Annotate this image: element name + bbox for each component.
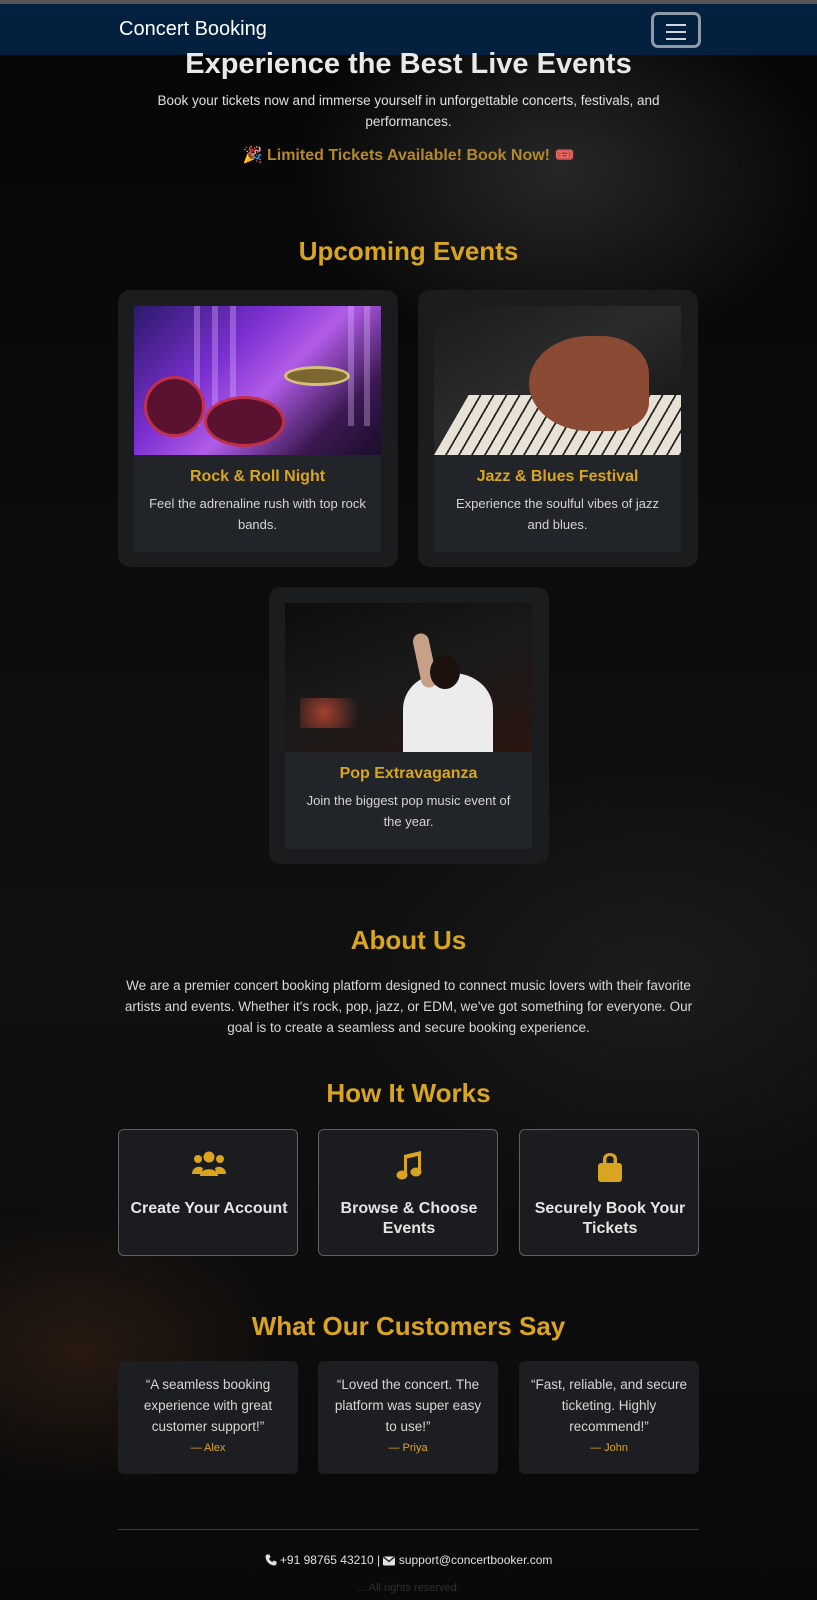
brand-logo-text[interactable]: Concert Booking [119, 18, 267, 41]
about-heading: About Us [350, 925, 467, 955]
music-note-icon [396, 1151, 422, 1180]
hamburger-icon-line [666, 24, 686, 26]
testimonial-card: “Loved the concert. The platform was sup… [318, 1361, 498, 1474]
step-label: Securely Book Your Tickets [534, 1200, 686, 1237]
step-browse-events: Browse & Choose Events [318, 1129, 498, 1256]
step-label: Create Your Account [130, 1200, 288, 1217]
event-description: Feel the adrenaline rush with top rock b… [149, 496, 366, 532]
event-image-pop [285, 603, 532, 752]
envelope-icon [383, 1556, 396, 1566]
how-it-works-heading: How It Works [326, 1078, 491, 1108]
testimonial-author: — John [590, 1442, 628, 1454]
step-label: Browse & Choose Events [340, 1200, 478, 1237]
testimonials-heading: What Our Customers Say [251, 1311, 566, 1341]
phone-icon [265, 1554, 277, 1566]
step-book-tickets: Securely Book Your Tickets [519, 1129, 699, 1256]
footer-separator: | [377, 1553, 381, 1567]
event-title: Jazz & Blues Festival [476, 468, 639, 485]
footer-divider [118, 1529, 699, 1530]
event-card-rock[interactable]: Rock & Roll Night Feel the adrenaline ru… [118, 290, 398, 567]
event-description: Experience the soulful vibes of jazz and… [455, 496, 660, 532]
step-create-account: Create Your Account [118, 1129, 298, 1256]
testimonial-quote: “Loved the concert. The platform was sup… [334, 1377, 482, 1434]
hero-title: Experience the Best Live Events [185, 48, 632, 80]
testimonial-quote: “A seamless booking experience with grea… [143, 1377, 273, 1434]
testimonial-author: — Alex [190, 1442, 226, 1454]
hero-promo-banner: 🎉 Limited Tickets Available! Book Now! 🎟… [242, 147, 575, 164]
footer-copyright: ... All rights reserved. [357, 1582, 460, 1594]
footer-phone[interactable]: +91 98765 43210 [280, 1553, 374, 1567]
testimonial-quote: “Fast, reliable, and secure ticketing. H… [530, 1377, 688, 1434]
testimonial-card: “Fast, reliable, and secure ticketing. H… [519, 1361, 699, 1474]
hamburger-icon-line [666, 31, 686, 33]
testimonial-card: “A seamless booking experience with grea… [118, 1361, 298, 1474]
testimonial-author: — Priya [388, 1442, 428, 1454]
hamburger-icon-line [666, 38, 686, 40]
event-description: Join the biggest pop music event of the … [306, 793, 511, 829]
event-image-rock [134, 306, 381, 455]
footer-email[interactable]: support@concertbooker.com [399, 1553, 553, 1567]
navbar-toggler-button[interactable] [651, 12, 701, 48]
hero-subtitle: Book your tickets now and immerse yourse… [157, 93, 660, 129]
event-image-jazz [434, 306, 681, 455]
event-title: Pop Extravaganza [339, 765, 478, 782]
event-title: Rock & Roll Night [189, 468, 326, 485]
users-icon [192, 1151, 226, 1176]
event-card-jazz[interactable]: Jazz & Blues Festival Experience the sou… [418, 290, 698, 567]
footer-contact: +91 98765 43210 | support@concertbooker.… [0, 1553, 817, 1567]
lock-icon [598, 1153, 622, 1182]
event-card-pop[interactable]: Pop Extravaganza Join the biggest pop mu… [269, 587, 549, 864]
events-heading: Upcoming Events [298, 236, 519, 266]
about-text: We are a premier concert booking platfor… [124, 978, 693, 1035]
